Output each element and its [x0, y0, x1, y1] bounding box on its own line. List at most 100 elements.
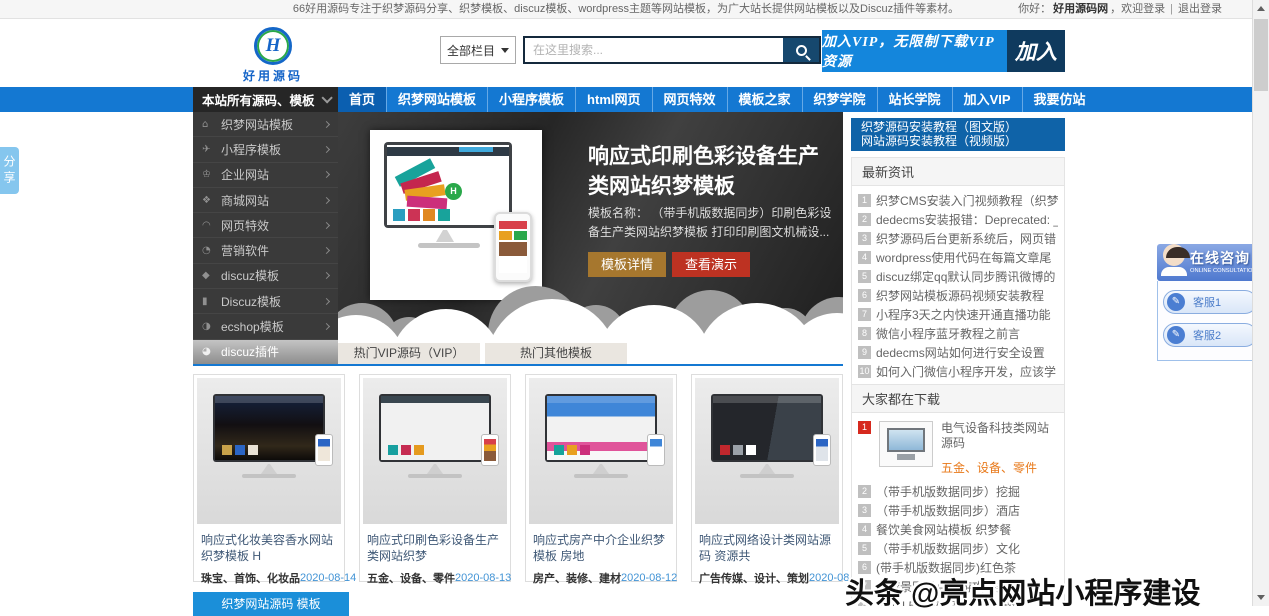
qq-chat-icon: ✎: [1167, 293, 1185, 311]
chevron-right-icon: [323, 146, 330, 153]
hot-tabs: 热门VIP源码（VIP） 热门其他模板: [338, 343, 627, 364]
download-thumbnail: [879, 421, 933, 467]
divider: |: [1170, 3, 1173, 15]
nav-item-clone-site[interactable]: 我要仿站: [1022, 87, 1097, 112]
template-category[interactable]: 广告传媒、设计、策划: [699, 570, 809, 586]
template-detail-button[interactable]: 模板详情: [588, 252, 666, 277]
tab-hot-vip-source[interactable]: 热门VIP源码（VIP）: [338, 343, 480, 364]
guide-link-image-version[interactable]: 织梦源码安装教程（图文版）: [851, 120, 1065, 134]
logout-link[interactable]: 退出登录: [1178, 3, 1222, 15]
monitor-mockup: H: [384, 142, 512, 228]
vip-join-button[interactable]: 加入: [1007, 30, 1065, 72]
view-demo-button[interactable]: 查看演示: [672, 252, 750, 277]
news-item[interactable]: 5discuz绑定qq默认同步腾讯微博的: [858, 267, 1058, 286]
template-title[interactable]: 响应式网络设计类网站源码 资源共: [692, 527, 842, 563]
nav-item-dedecms-academy[interactable]: 织梦学院: [802, 87, 877, 112]
menu-label: 企业网站: [221, 166, 269, 183]
user-info: 你好：好用源码网，欢迎登录|退出登录: [1018, 0, 1222, 18]
news-item[interactable]: 6织梦网站模板源码视频安装教程: [858, 286, 1058, 305]
search-button[interactable]: [783, 38, 819, 62]
menu-item-dedecms-templates[interactable]: ⌂ 织梦网站模板: [193, 112, 338, 136]
nav-item-dedecms-templates[interactable]: 织梦网站模板: [386, 87, 487, 112]
install-guide-links: 织梦源码安装教程（图文版） 网站源码安装教程（视频版）: [851, 118, 1065, 151]
news-item[interactable]: 1织梦CMS安装入门视频教程（织梦5: [858, 191, 1058, 210]
template-category[interactable]: 五金、设备、零件: [367, 570, 455, 586]
rank-badge: 10: [858, 365, 871, 378]
agent-button-2[interactable]: ✎ 客服2: [1163, 323, 1257, 347]
agent-button-1[interactable]: ✎ 客服1: [1163, 290, 1257, 314]
featured-download-item[interactable]: 1 电气设备科技类网站源码 五金、设备、零件: [852, 413, 1064, 480]
monitor-base: [418, 243, 480, 248]
download-item[interactable]: 2（带手机版数据同步）挖掘: [858, 482, 1058, 501]
nav-item-home[interactable]: 首页: [338, 87, 386, 112]
news-item[interactable]: 3织梦源码后台更新系统后，网页错: [858, 229, 1058, 248]
rank-badge: 2: [858, 213, 871, 226]
menu-label: 网页特效: [221, 217, 269, 234]
nav-item-html-pages[interactable]: html网页: [575, 87, 651, 112]
news-item[interactable]: 8微信小程序蓝牙教程之前言: [858, 324, 1058, 343]
clock-icon: ◕: [202, 346, 217, 357]
menu-label: ecshop模板: [221, 318, 284, 335]
nav-item-web-effects[interactable]: 网页特效: [652, 87, 727, 112]
template-card[interactable]: 响应式印刷色彩设备生产类网站织梦 五金、设备、零件 2020-08-13: [359, 374, 511, 582]
nav-item-join-vip[interactable]: 加入VIP: [952, 87, 1022, 112]
all-sources-dropdown[interactable]: 本站所有源码、模板: [193, 87, 338, 112]
chevron-right-icon: [323, 121, 330, 128]
menu-item-discuz-plugins[interactable]: ◕ discuz插件: [193, 339, 338, 364]
menu-item-enterprise-sites[interactable]: ♔ 企业网站: [193, 162, 338, 187]
scrollbar-thumb[interactable]: [1254, 19, 1268, 91]
vip-banner-text: 加入VIP，无限制下载VIP资源: [822, 30, 1007, 72]
nav-item-webmaster-academy[interactable]: 站长学院: [877, 87, 952, 112]
menu-item-discuz-templates-2[interactable]: ▮ Discuz模板: [193, 288, 338, 313]
qq-chat-icon: ✎: [1167, 326, 1185, 344]
menu-item-marketing-software[interactable]: ◔ 营销软件: [193, 237, 338, 262]
search-input[interactable]: [525, 38, 783, 62]
next-section-tab[interactable]: 织梦网站源码 模板: [193, 592, 349, 616]
top-notice-bar: 66好用源码专注于织梦源码分享、织梦模板、discuz模板、wordpress主…: [0, 0, 1252, 19]
template-category[interactable]: 珠宝、首饰、化妆品: [201, 570, 300, 586]
menu-item-mall-sites[interactable]: ❖ 商城网站: [193, 187, 338, 212]
rank-badge: 8: [858, 327, 871, 340]
home-icon: ⌂: [202, 119, 217, 130]
half-circle-icon: ◑: [202, 321, 217, 332]
chevron-down-icon: [321, 92, 332, 103]
chevron-right-icon: [323, 272, 330, 279]
scroll-down-arrow[interactable]: [1253, 589, 1269, 606]
news-item[interactable]: 10如何入门微信小程序开发，应该学: [858, 362, 1058, 381]
template-category[interactable]: 房产、装修、建材: [533, 570, 621, 586]
site-logo[interactable]: H 好用源码: [228, 27, 318, 84]
hero-slider[interactable]: H 响应式印刷色彩设备生产类网站织梦模板 模板名称： （带手机版数据同步）印刷色…: [338, 112, 843, 343]
menu-item-web-effects[interactable]: ◠ 网页特效: [193, 212, 338, 237]
template-title[interactable]: 响应式化妆美容香水网站织梦模板 H: [194, 527, 344, 563]
news-item[interactable]: 9dedecms网站如何进行安全设置: [858, 343, 1058, 362]
guide-link-video-version[interactable]: 网站源码安装教程（视频版）: [851, 134, 1065, 148]
category-menu: ⌂ 织梦网站模板 ✈ 小程序模板 ♔ 企业网站 ❖ 商城网站 ◠ 网页特效 ◔ …: [193, 112, 338, 364]
menu-item-discuz-templates[interactable]: ◆ discuz模板: [193, 263, 338, 288]
tab-hot-other-templates[interactable]: 热门其他模板: [485, 343, 627, 364]
nav-item-miniprogram-templates[interactable]: 小程序模板: [487, 87, 575, 112]
page-scrollbar[interactable]: [1252, 0, 1269, 606]
slider-description: 模板名称： （带手机版数据同步）印刷色彩设备生产类网站织梦模板 打印印刷图文机械…: [588, 204, 838, 242]
vip-banner[interactable]: 加入VIP，无限制下载VIP资源 加入: [822, 30, 1065, 72]
rank-badge: 4: [858, 523, 871, 536]
menu-item-ecshop-templates[interactable]: ◑ ecshop模板: [193, 313, 338, 338]
template-title[interactable]: 响应式印刷色彩设备生产类网站织梦: [360, 527, 510, 563]
menu-item-miniprogram-templates[interactable]: ✈ 小程序模板: [193, 136, 338, 161]
template-card[interactable]: 响应式网络设计类网站源码 资源共 广告传媒、设计、策划 2020-08-12: [691, 374, 843, 582]
download-item[interactable]: 3（带手机版数据同步）酒店: [858, 501, 1058, 520]
download-item[interactable]: 4餐饮美食网站模板 织梦餐: [858, 520, 1058, 539]
template-title[interactable]: 响应式房产中介企业织梦模板 房地: [526, 527, 676, 563]
template-thumbnail: [695, 378, 839, 524]
online-consultation-widget: 在线咨询 ONLINE CONSULTATION ✎ 客服1 ✎ 客服2: [1157, 244, 1263, 361]
news-item[interactable]: 4wordpress使用代码在每篇文章尾: [858, 248, 1058, 267]
download-item[interactable]: 5（带手机版数据同步）文化: [858, 539, 1058, 558]
share-tab[interactable]: 分享: [0, 147, 19, 194]
scroll-up-arrow[interactable]: [1253, 0, 1269, 17]
lock-icon: ◠: [202, 220, 217, 231]
search-category-select[interactable]: 全部栏目: [440, 36, 516, 64]
news-item[interactable]: 2dedecms安装报错：Deprecated: _: [858, 210, 1058, 229]
news-item[interactable]: 7小程序3天之内快速开通直播功能: [858, 305, 1058, 324]
template-card[interactable]: 响应式化妆美容香水网站织梦模板 H 珠宝、首饰、化妆品 2020-08-14: [193, 374, 345, 582]
nav-item-template-home[interactable]: 模板之家: [727, 87, 802, 112]
template-card[interactable]: 响应式房产中介企业织梦模板 房地 房产、装修、建材 2020-08-12: [525, 374, 677, 582]
